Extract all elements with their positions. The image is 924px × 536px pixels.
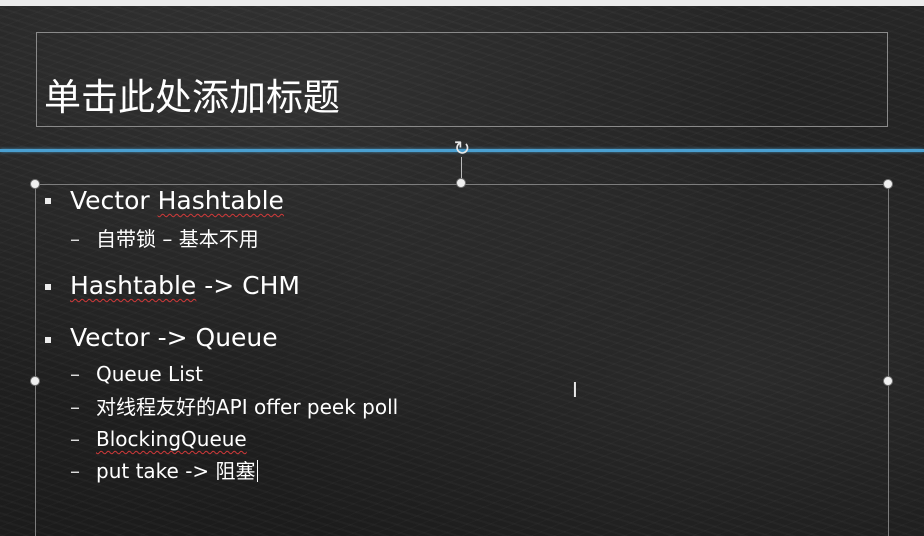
- resize-handle-top-center[interactable]: [456, 178, 466, 188]
- sub-list-item[interactable]: – 对线程友好的API offer peek poll: [70, 394, 398, 420]
- spellcheck-underline-word: Hashtable: [70, 271, 197, 300]
- bullet-marker: [45, 198, 51, 204]
- text-caret: [256, 460, 258, 482]
- spellcheck-underline-word: BlockingQueue: [96, 427, 247, 451]
- resize-handle-top-right[interactable]: [883, 179, 893, 189]
- text-cursor-icon: I: [572, 378, 578, 402]
- sub-list-item[interactable]: – BlockingQueue: [70, 426, 247, 452]
- top-strip: [0, 0, 924, 6]
- sub-list-item[interactable]: – 自带锁 – 基本不用: [70, 226, 259, 252]
- list-item[interactable]: Hashtable -> CHM: [70, 271, 300, 301]
- resize-handle-middle-right[interactable]: [883, 376, 893, 386]
- list-item[interactable]: Vector Hashtable: [70, 186, 284, 216]
- spellcheck-underline-word: Hashtable: [157, 186, 284, 215]
- list-item[interactable]: Vector -> Queue: [70, 323, 278, 353]
- slide-canvas[interactable]: 单击此处添加标题 ↻ Vector Hashtable – 自带锁 – 基本不用 …: [0, 0, 924, 536]
- sub-list-item[interactable]: – Queue List: [70, 361, 203, 387]
- bullet-marker: [45, 337, 51, 343]
- slide-title[interactable]: 单击此处添加标题: [44, 76, 340, 120]
- resize-handle-top-left[interactable]: [30, 179, 40, 189]
- sub-list-item[interactable]: – put take -> 阻塞: [70, 458, 258, 484]
- bullet-marker: [45, 284, 51, 290]
- resize-handle-middle-left[interactable]: [30, 376, 40, 386]
- rotate-handle-icon[interactable]: ↻: [451, 137, 473, 159]
